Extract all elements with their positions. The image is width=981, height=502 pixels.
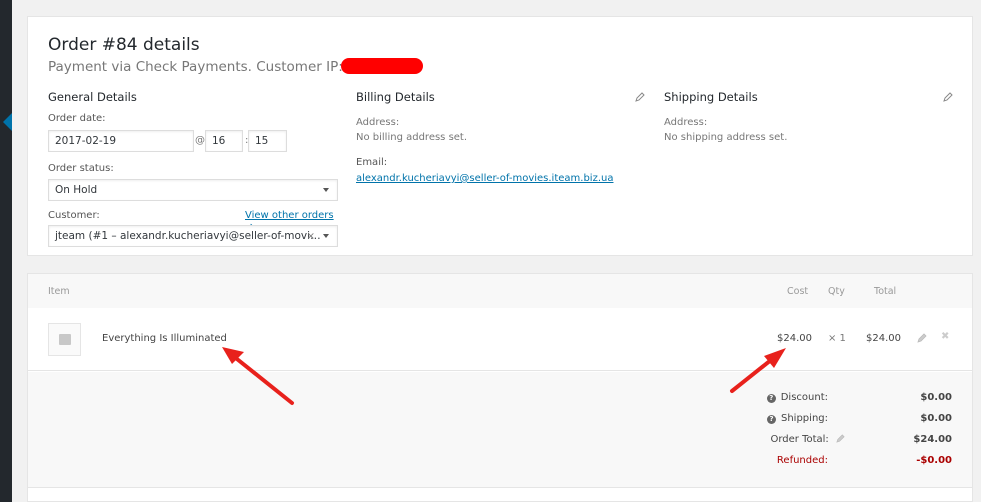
column-qty: Qty <box>828 286 845 297</box>
refunded-label: Refunded: <box>776 455 828 466</box>
discount-label: Discount: <box>780 392 828 403</box>
order-totals: ? Discount: $0.00 ? Shipping: $0.00 Order … <box>28 372 972 488</box>
shipping-address-value: No shipping address set. <box>664 132 788 143</box>
current-menu-arrow-icon <box>3 113 12 131</box>
billing-email-link[interactable]: alexandr.kucheriavyi@seller-of-movies.it… <box>356 173 613 184</box>
billing-details-section: Billing Details Address: No billing addr… <box>356 90 646 210</box>
edit-item-pencil-icon[interactable] <box>917 333 927 343</box>
order-status-label: Order status: <box>48 163 114 174</box>
item-name: Everything Is Illuminated <box>102 333 227 344</box>
customer-select[interactable]: jteam (#1 – alexandr.kucheriavyi@seller-… <box>48 225 338 247</box>
billing-address-label: Address: <box>356 117 400 128</box>
order-date-input[interactable]: 2017-02-19 <box>48 130 194 152</box>
delete-item-icon[interactable]: ✖ <box>941 331 949 342</box>
chevron-down-icon <box>323 234 329 238</box>
column-total: Total <box>874 286 897 297</box>
order-subtitle: Payment via Check Payments. Customer IP: <box>48 58 423 75</box>
order-total-label: Order Total: <box>770 434 829 445</box>
order-total-row-label: Order Total: <box>770 434 845 445</box>
discount-value: $0.00 <box>920 392 952 403</box>
refunded-value: -$0.00 <box>916 455 952 466</box>
order-date-label: Order date: <box>48 113 106 124</box>
order-items-panel: Item Cost Qty Total Everything Is Illumi… <box>27 273 973 502</box>
item-cost: $24.00 <box>777 333 812 344</box>
clear-selection-icon[interactable]: × <box>307 230 315 243</box>
column-item: Item <box>48 286 70 297</box>
shipping-details-heading: Shipping Details <box>664 90 758 104</box>
shipping-address-label: Address: <box>664 117 708 128</box>
order-title: Order #84 details <box>48 35 200 55</box>
product-thumbnail-placeholder <box>48 323 81 356</box>
order-data-panel: Order #84 details Payment via Check Paym… <box>27 16 973 256</box>
customer-label: Customer: <box>48 210 100 221</box>
shipping-label: Shipping: <box>781 413 828 424</box>
order-hour-input[interactable]: 16 <box>205 130 243 152</box>
discount-row-label: ? Discount: <box>766 392 828 403</box>
item-qty: × 1 <box>828 333 846 344</box>
billing-details-heading: Billing Details <box>356 90 435 104</box>
edit-billing-pencil-icon[interactable] <box>635 92 645 102</box>
order-total-value: $24.00 <box>913 434 952 445</box>
chevron-down-icon <box>323 188 329 192</box>
billing-address-value: No billing address set. <box>356 132 468 143</box>
at-label: @ <box>195 135 205 146</box>
image-placeholder-icon <box>59 334 71 345</box>
admin-menu-edge <box>0 0 12 502</box>
shipping-details-section: Shipping Details Address: No shipping ad… <box>664 90 954 170</box>
order-status-value: On Hold <box>55 184 98 196</box>
customer-value: jteam (#1 – alexandr.kucheriavyi@seller-… <box>55 230 321 242</box>
help-icon[interactable]: ? <box>767 415 776 424</box>
payment-info: Payment via Check Payments. Customer IP: <box>48 59 343 75</box>
item-total: $24.00 <box>866 333 901 344</box>
edit-shipping-pencil-icon[interactable] <box>943 92 953 102</box>
shipping-row-label: ? Shipping: <box>767 413 828 424</box>
redaction-mark <box>340 58 423 74</box>
edit-total-pencil-icon[interactable] <box>836 434 845 443</box>
items-table-header: Item Cost Qty Total <box>28 274 972 308</box>
order-status-select[interactable]: On Hold <box>48 179 338 201</box>
billing-email-label: Email: <box>356 157 388 168</box>
general-details-heading: General Details <box>48 90 137 104</box>
general-details-section: General Details Order date: 2017-02-19 @… <box>48 90 338 250</box>
column-cost: Cost <box>787 286 809 297</box>
help-icon[interactable]: ? <box>766 394 776 403</box>
shipping-value: $0.00 <box>920 413 952 424</box>
table-row: Everything Is Illuminated $24.00 × 1 $24… <box>28 308 972 371</box>
order-minute-input[interactable]: 15 <box>248 130 287 152</box>
